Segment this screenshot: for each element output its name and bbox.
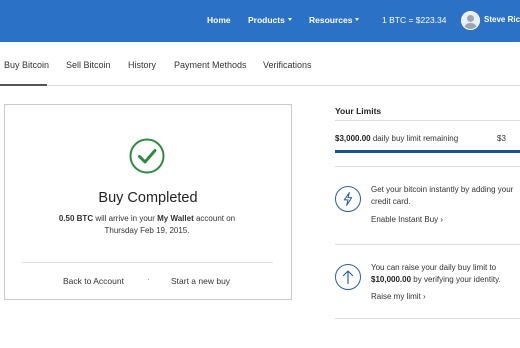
raise-limit-text: You can raise your daily buy limit to $1… [371, 262, 520, 286]
link-separator: · [147, 274, 150, 284]
raise-amount: $10,000.00 [371, 275, 412, 284]
raise-text-2: by verifying your identity. [413, 275, 501, 284]
instant-buy-text: Get your bitcoin instantly by adding you… [371, 185, 514, 206]
chevron-down-icon [287, 18, 292, 22]
lightning-icon [335, 186, 361, 212]
tab-verifications[interactable]: Verifications [263, 60, 312, 70]
arrow-up-icon [335, 264, 361, 290]
back-to-account-link[interactable]: Back to Account [63, 276, 124, 286]
nav-resources[interactable]: Resources [309, 15, 360, 25]
arrival-date: Thursday Feb 19, 2015. [104, 226, 190, 235]
user-name[interactable]: Steve Rich [484, 15, 520, 24]
message-text-1: will arrive in your [95, 214, 155, 223]
message-text-2: account on [195, 214, 236, 223]
buy-completed-message: 0.50 BTC will arrive in your My Wallet a… [20, 213, 274, 237]
limit-right-value: $3 [497, 134, 506, 143]
nav-home[interactable]: Home [207, 15, 231, 25]
raise-my-limit-link[interactable]: Raise my limit › [371, 292, 426, 301]
limits-title: Your Limits [335, 106, 382, 116]
tab-history[interactable]: History [128, 60, 156, 70]
start-new-buy-link[interactable]: Start a new buy [171, 276, 230, 286]
raise-text-1: You can raise your daily buy limit to [371, 263, 497, 272]
btc-price: 1 BTC = $223.34 [382, 15, 447, 25]
user-avatar-icon[interactable] [461, 11, 480, 30]
divider [335, 244, 520, 245]
limit-progress-bar [335, 150, 520, 153]
nav-resources-label: Resources [309, 15, 353, 25]
nav-products[interactable]: Products [248, 15, 292, 25]
top-nav: Home Products Resources 1 BTC = $223.34 … [0, 0, 520, 42]
tab-buy-bitcoin[interactable]: Buy Bitcoin [4, 60, 49, 70]
btc-amount: 0.50 BTC [58, 214, 94, 223]
tab-bar: Buy Bitcoin Sell Bitcoin History Payment… [0, 42, 520, 86]
limit-remaining-text: daily buy limit remaining [372, 134, 459, 143]
check-circle-icon [129, 138, 165, 174]
wallet-name: My Wallet [157, 214, 194, 223]
tab-sell-bitcoin[interactable]: Sell Bitcoin [66, 60, 111, 70]
active-tab-indicator [0, 84, 47, 86]
daily-limit-row: $3,000.00 daily buy limit remaining [335, 134, 458, 143]
nav-products-label: Products [248, 15, 285, 25]
chevron-down-icon [355, 18, 360, 22]
buy-completed-title: Buy Completed [98, 190, 198, 206]
enable-instant-buy-link[interactable]: Enable Instant Buy › [371, 215, 443, 224]
divider [335, 120, 520, 121]
tab-payment-methods[interactable]: Payment Methods [174, 60, 247, 70]
limit-amount: $3,000.00 [335, 134, 371, 143]
card-divider [22, 262, 273, 263]
divider [335, 166, 520, 167]
divider [335, 318, 520, 319]
